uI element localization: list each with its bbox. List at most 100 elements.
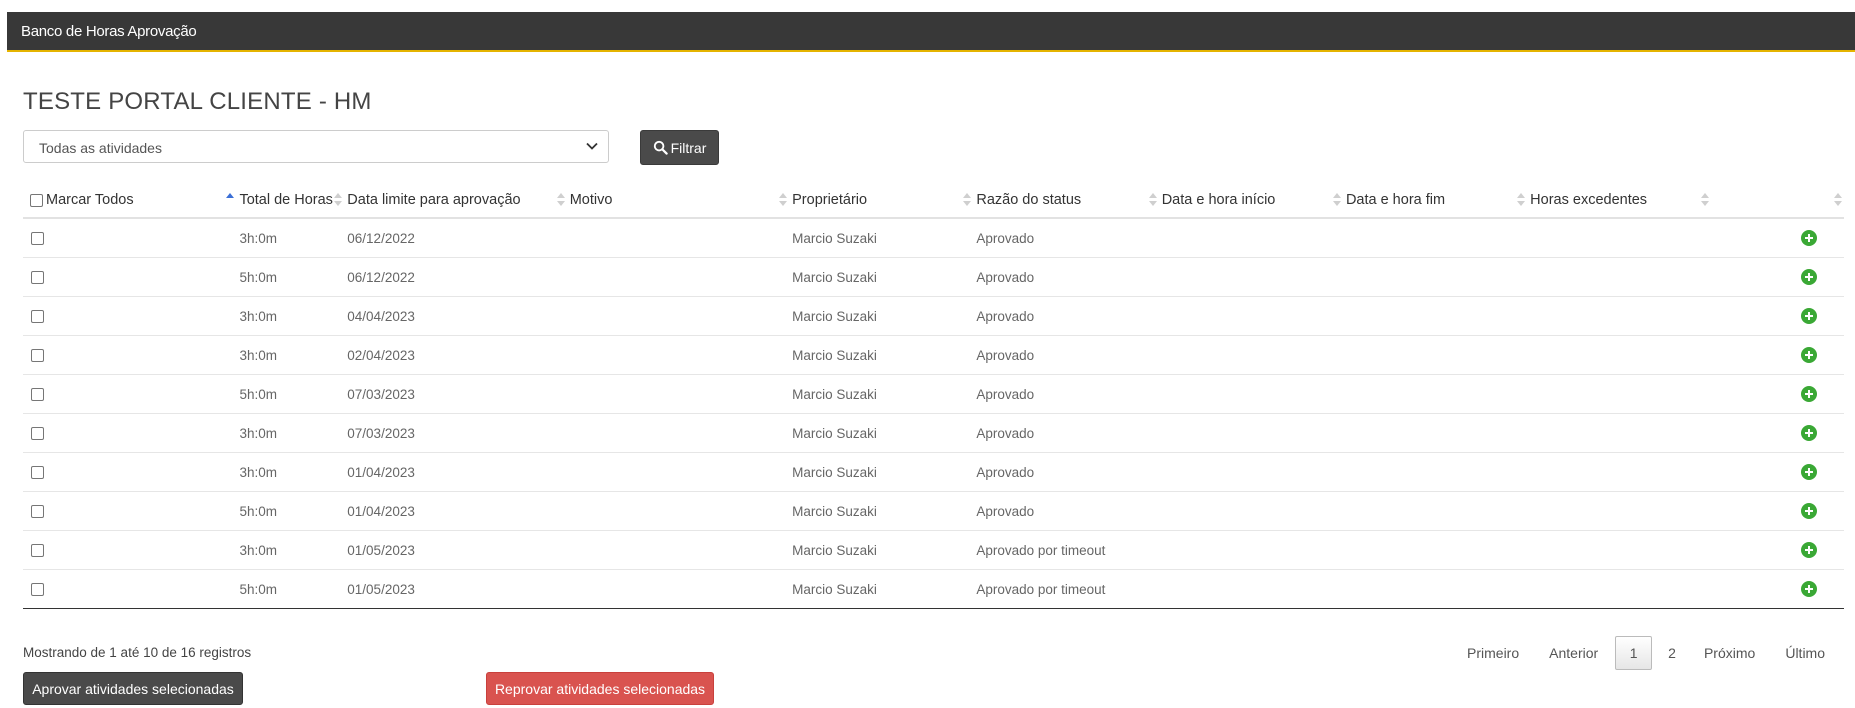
total-hours-cell: 3h:0m bbox=[236, 413, 345, 453]
row-actions-cell bbox=[1711, 257, 1844, 297]
pagination-page-1[interactable]: 1 bbox=[1615, 636, 1653, 670]
row-checkbox[interactable] bbox=[31, 466, 44, 480]
app-title: Banco de Horas Aprovação bbox=[21, 23, 197, 40]
end-cell bbox=[1342, 335, 1528, 375]
start-cell bbox=[1158, 530, 1343, 570]
total-hours-cell: 3h:0m bbox=[236, 452, 345, 492]
row-select-cell bbox=[23, 257, 237, 297]
row-checkbox[interactable] bbox=[31, 505, 44, 519]
reason-cell bbox=[566, 296, 790, 336]
owner-cell: Marcio Suzaki bbox=[789, 530, 974, 570]
activity-filter-select[interactable]: Todas as atividades bbox=[23, 130, 609, 163]
table-row: 3h:0m 04/04/2023 Marcio Suzaki Aprovado bbox=[23, 296, 1844, 336]
status-cell: Aprovado bbox=[973, 218, 1159, 258]
column-label bbox=[1711, 192, 1714, 208]
row-actions-cell bbox=[1711, 452, 1844, 492]
end-cell bbox=[1342, 257, 1528, 297]
column-header-select-all[interactable]: Marcar Todos bbox=[23, 183, 237, 219]
pagination-last[interactable]: Último bbox=[1770, 645, 1840, 661]
row-checkbox[interactable] bbox=[31, 271, 44, 285]
plus-circle-icon[interactable] bbox=[1801, 425, 1817, 442]
row-select-cell bbox=[23, 491, 237, 531]
column-header-end-datetime[interactable]: Data e hora fim bbox=[1342, 183, 1528, 219]
status-cell: Aprovado bbox=[973, 452, 1159, 492]
pagination-previous[interactable]: Anterior bbox=[1534, 645, 1613, 661]
end-cell bbox=[1342, 374, 1528, 414]
excess-hours-cell bbox=[1527, 296, 1712, 336]
row-actions-cell bbox=[1711, 530, 1844, 570]
pagination-page-2[interactable]: 2 bbox=[1655, 645, 1689, 661]
column-label: Data e hora início bbox=[1161, 192, 1276, 208]
approval-table: Marcar Todos Total de Horas Data limite pa… bbox=[23, 183, 1844, 609]
row-checkbox[interactable] bbox=[31, 232, 44, 246]
row-actions-cell bbox=[1711, 218, 1844, 258]
excess-hours-cell bbox=[1527, 257, 1712, 297]
reason-cell bbox=[566, 569, 790, 609]
reason-cell bbox=[566, 218, 790, 258]
table-row: 3h:0m 01/04/2023 Marcio Suzaki Aprovado bbox=[23, 452, 1844, 492]
column-header-actions[interactable] bbox=[1711, 183, 1844, 219]
sort-icon bbox=[1701, 193, 1710, 206]
column-label: Motivo bbox=[569, 192, 613, 208]
filter-button[interactable]: Filtrar bbox=[640, 130, 719, 165]
reason-cell bbox=[566, 257, 790, 297]
start-cell bbox=[1158, 335, 1343, 375]
excess-hours-cell bbox=[1527, 452, 1712, 492]
plus-circle-icon[interactable] bbox=[1801, 269, 1817, 286]
table-row: 5h:0m 07/03/2023 Marcio Suzaki Aprovado bbox=[23, 374, 1844, 414]
row-checkbox[interactable] bbox=[31, 349, 44, 363]
row-checkbox[interactable] bbox=[31, 544, 44, 558]
excess-hours-cell bbox=[1527, 569, 1712, 609]
table-row: 3h:0m 01/05/2023 Marcio Suzaki Aprovado por… bbox=[23, 530, 1844, 570]
column-header-excess-hours[interactable]: Horas excedentes bbox=[1527, 183, 1712, 219]
status-cell: Aprovado bbox=[973, 257, 1159, 297]
row-checkbox[interactable] bbox=[31, 388, 44, 402]
start-cell bbox=[1158, 218, 1343, 258]
plus-circle-icon[interactable] bbox=[1801, 386, 1817, 403]
row-checkbox[interactable] bbox=[31, 310, 44, 324]
row-select-cell bbox=[23, 374, 237, 414]
excess-hours-cell bbox=[1527, 335, 1712, 375]
table-header-row: Marcar Todos Total de Horas Data limite pa… bbox=[23, 183, 1844, 219]
select-all-checkbox[interactable] bbox=[30, 193, 43, 207]
table-row: 5h:0m 01/04/2023 Marcio Suzaki Aprovado bbox=[23, 491, 1844, 531]
reason-cell bbox=[566, 452, 790, 492]
row-checkbox[interactable] bbox=[31, 427, 44, 441]
column-header-total-hours[interactable]: Total de Horas bbox=[236, 183, 345, 219]
owner-cell: Marcio Suzaki bbox=[789, 335, 974, 375]
reason-cell bbox=[566, 491, 790, 531]
reason-cell bbox=[566, 374, 790, 414]
row-checkbox[interactable] bbox=[31, 583, 44, 597]
start-cell bbox=[1158, 296, 1343, 336]
plus-circle-icon[interactable] bbox=[1801, 581, 1817, 598]
plus-circle-icon[interactable] bbox=[1801, 542, 1817, 559]
plus-circle-icon[interactable] bbox=[1801, 464, 1817, 481]
owner-cell: Marcio Suzaki bbox=[789, 569, 974, 609]
pagination-next[interactable]: Próximo bbox=[1689, 645, 1770, 661]
plus-circle-icon[interactable] bbox=[1801, 230, 1817, 247]
total-hours-cell: 5h:0m bbox=[236, 374, 345, 414]
sort-icon bbox=[334, 193, 343, 206]
owner-cell: Marcio Suzaki bbox=[789, 491, 974, 531]
column-label: Proprietário bbox=[792, 192, 868, 208]
plus-circle-icon[interactable] bbox=[1801, 503, 1817, 520]
table-row: 5h:0m 01/05/2023 Marcio Suzaki Aprovado por… bbox=[23, 569, 1844, 609]
column-header-owner[interactable]: Proprietário bbox=[789, 183, 974, 219]
approve-selected-button[interactable]: Aprovar atividades selecionadas bbox=[23, 672, 243, 705]
plus-circle-icon[interactable] bbox=[1801, 308, 1817, 325]
total-hours-cell: 5h:0m bbox=[236, 491, 345, 531]
column-header-start-datetime[interactable]: Data e hora início bbox=[1158, 183, 1343, 219]
plus-circle-icon[interactable] bbox=[1801, 347, 1817, 364]
column-header-reason[interactable]: Motivo bbox=[566, 183, 790, 219]
column-header-status-reason[interactable]: Razão do status bbox=[973, 183, 1159, 219]
table-row: 3h:0m 06/12/2022 Marcio Suzaki Aprovado bbox=[23, 218, 1844, 258]
pagination-first[interactable]: Primeiro bbox=[1452, 645, 1534, 661]
row-select-cell bbox=[23, 296, 237, 336]
owner-cell: Marcio Suzaki bbox=[789, 218, 974, 258]
total-hours-cell: 5h:0m bbox=[236, 569, 345, 609]
end-cell bbox=[1342, 413, 1528, 453]
reject-selected-button[interactable]: Reprovar atividades selecionadas bbox=[486, 672, 714, 705]
column-header-approval-deadline[interactable]: Data limite para aprovação bbox=[344, 183, 567, 219]
owner-cell: Marcio Suzaki bbox=[789, 452, 974, 492]
sort-icon bbox=[556, 193, 565, 206]
